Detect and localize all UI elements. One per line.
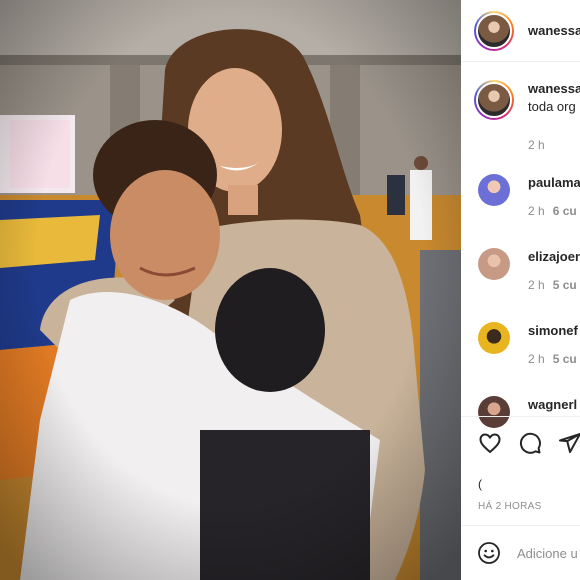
caption-text: toda org [528,99,576,114]
comment-item: simonef 2 h 5 cu [478,322,578,366]
comment-time: 2 h [528,278,545,292]
comment-time: 2 h [528,204,545,218]
comment-username[interactable]: wagnerl [528,396,577,414]
post-image [0,0,461,580]
comment-username[interactable]: elizajoen [528,248,580,266]
post-header: wanessa [461,0,580,62]
post-caption: wanessa toda org [474,80,580,120]
comment-username[interactable]: simonef [528,322,578,340]
post-sidebar: wanessa wanessa toda org 2 h paulama 2 h… [461,0,580,580]
caption-username[interactable]: wanessa [528,81,580,96]
comment-avatar[interactable] [478,248,510,280]
comment-likes[interactable]: 5 cu [553,352,577,366]
comment-avatar[interactable] [478,174,510,206]
post-actions: ( HÁ 2 HORAS [461,416,580,526]
comment-likes[interactable]: 5 cu [553,278,577,292]
post-time-ago: HÁ 2 HORAS [478,501,542,512]
post-photo[interactable] [0,0,461,580]
comment-icon[interactable] [518,431,542,455]
add-comment-bar: Adicione u [461,525,580,580]
comment-likes[interactable]: 6 cu [553,204,577,218]
comment-item: elizajoen 2 h 5 cu [478,248,580,292]
send-icon[interactable] [558,431,580,455]
author-username[interactable]: wanessa [528,23,580,38]
heart-icon[interactable] [478,431,502,455]
caption-time: 2 h [528,138,545,152]
comment-avatar[interactable] [478,322,510,354]
author-avatar[interactable] [474,10,514,51]
comment-time: 2 h [528,352,545,366]
caption-avatar[interactable] [474,80,514,120]
emoji-icon[interactable] [477,541,501,565]
likes-count[interactable]: ( [478,477,482,491]
comment-item: paulama 2 h 6 cu [478,174,580,218]
comment-input[interactable]: Adicione u [517,546,578,561]
comment-username[interactable]: paulama [528,174,580,192]
